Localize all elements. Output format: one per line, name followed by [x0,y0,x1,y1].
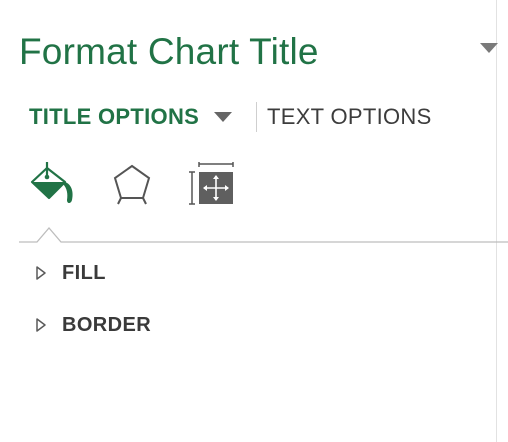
expand-arrow-icon [36,266,46,280]
pane-title: Format Chart Title [19,31,319,72]
dropdown-caret-icon[interactable] [213,111,233,123]
tab-text-options[interactable]: TEXT OPTIONS [267,101,432,133]
size-properties-icon [189,162,234,205]
tab-title-options-label: TITLE OPTIONS [29,104,200,129]
fill-line-tab[interactable] [27,160,79,208]
section-fill[interactable]: FILL [35,258,475,288]
tab-title-options[interactable]: TITLE OPTIONS [29,101,233,133]
expand-arrow-icon [36,318,46,332]
tab-separator [256,102,257,132]
effects-icon [113,164,151,205]
selected-tab-indicator [19,227,508,243]
size-properties-tab[interactable] [188,160,236,208]
chevron-down-icon [480,43,498,53]
effects-tab[interactable] [108,160,156,208]
section-fill-label: FILL [62,261,106,284]
format-chart-title-pane: Format Chart Title TITLE OPTIONS TEXT OP… [0,0,508,442]
pane-options-button[interactable] [478,40,500,56]
option-tabs: TITLE OPTIONS TEXT OPTIONS [29,101,499,133]
pane-edge [496,0,497,442]
fill-line-icon [30,162,73,203]
tab-text-options-label: TEXT OPTIONS [267,104,432,129]
section-border-label: BORDER [62,313,152,336]
section-border[interactable]: BORDER [35,310,475,340]
